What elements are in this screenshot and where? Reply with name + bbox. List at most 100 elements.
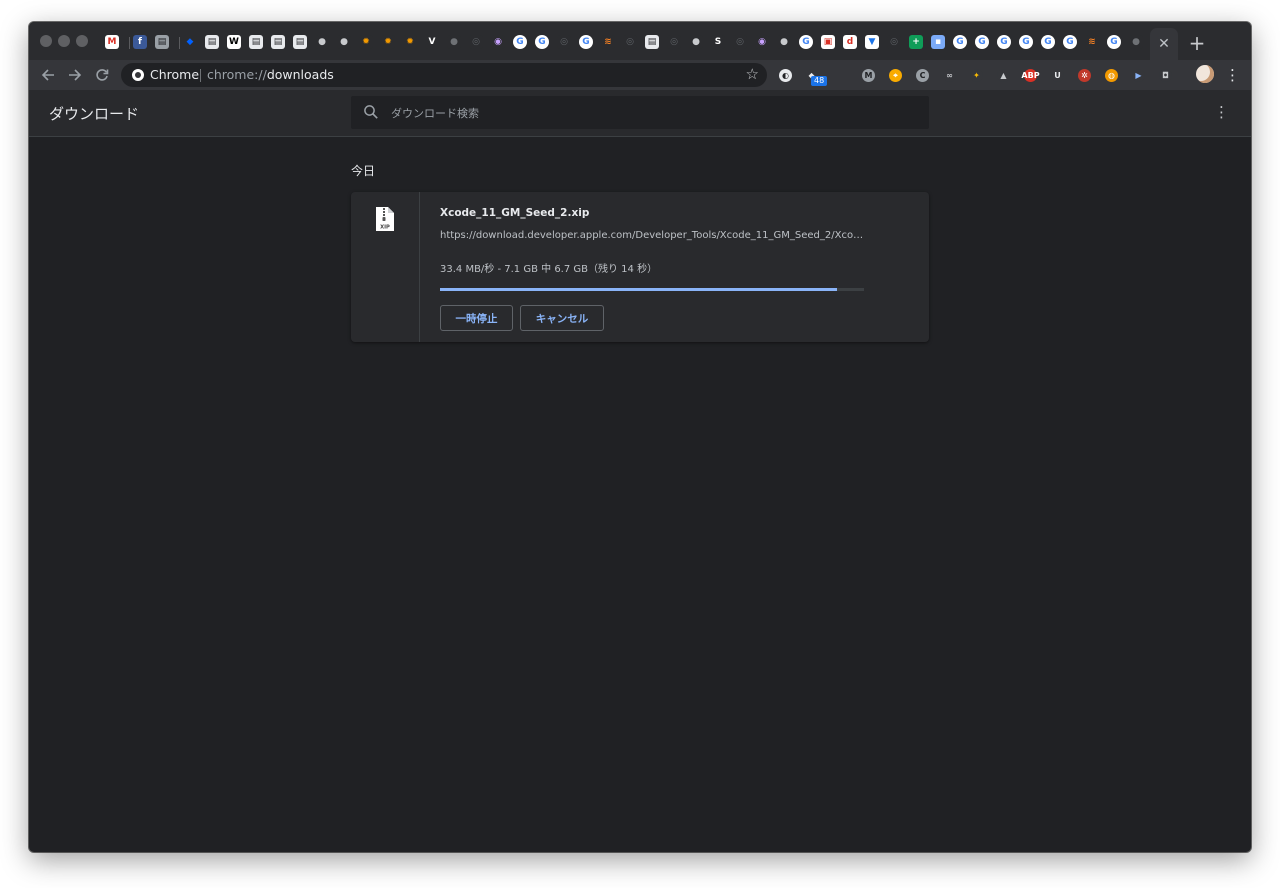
extension-lighthouse-icon[interactable]: ◐ [779,69,792,82]
pinned-tab-google-icon[interactable]: G [799,35,813,49]
pinned-tab-diet-icon[interactable]: d [843,35,857,49]
xip-file-icon: XIP [376,207,394,231]
pinned-tab-stackoverflow-icon[interactable]: ≋ [601,35,615,49]
extension-play-icon[interactable]: ▶ [1132,69,1145,82]
pinned-tab-image-icon[interactable]: ▣ [821,35,835,49]
pinned-tab-google-icon[interactable]: G [579,35,593,49]
pinned-tab-gear-icon[interactable]: ✹ [359,35,373,49]
pinned-tab-facebook-icon[interactable]: f [133,35,147,49]
pinned-tab-wikipedia-icon[interactable]: W [227,35,241,49]
arrow-right-icon [69,69,82,81]
pinned-tab-docs-icon[interactable]: ▤ [249,35,263,49]
tab-divider [129,37,130,49]
browser-menu-icon[interactable]: ⋮ [1225,63,1240,87]
pause-button[interactable]: 一時停止 [440,305,513,331]
pinned-tab-circle-icon[interactable]: ◎ [887,35,901,49]
search-box[interactable] [351,96,929,129]
pinned-tab-google-icon[interactable]: G [953,35,967,49]
forward-button[interactable] [63,63,87,87]
pinned-tab-gear-icon[interactable]: ✹ [381,35,395,49]
pinned-tab-circle-icon[interactable]: ◎ [733,35,747,49]
url-text[interactable]: chrome://downloads [207,67,334,82]
extension-pocket-icon[interactable]: ✲ [1078,69,1091,82]
profile-avatar[interactable] [1196,65,1214,83]
cancel-button[interactable]: キャンセル [520,305,604,331]
pinned-tab-github-icon[interactable]: ● [337,35,351,49]
pinned-tab-tech-icon[interactable]: ▪ [931,35,945,49]
extension-compass-icon[interactable]: ⌖ [889,69,902,82]
search-icon [364,105,378,119]
pinned-tab-sketch-icon[interactable]: S [711,35,725,49]
pinned-tab-docs-icon[interactable]: ▤ [271,35,285,49]
pinned-tab-docs-icon[interactable]: ▤ [293,35,307,49]
pinned-tab-printer-icon[interactable]: ▤ [155,35,169,49]
pinned-tab-gear-icon[interactable]: ✹ [403,35,417,49]
download-item: XIP Xcode_11_GM_Seed_2.xip https://downl… [351,192,929,342]
file-url[interactable]: https://download.developer.apple.com/Dev… [440,230,865,241]
pinned-tab-circle-icon[interactable]: ◎ [667,35,681,49]
date-section-title: 今日 [351,164,376,178]
tab-strip: Mf ▤ ◆ ▤ W ▤ ▤ ▤ ● ● ✹ ✹ ✹ V ● ◎ ◉ G G ◎ G ≋ ◎ ▤ ◎ ● S ◎ ◉ ● G ▣ d ▼ ◎ + ▪ G G… [29,22,1251,60]
extension-camera-icon[interactable]: ◘ [1159,69,1172,82]
search-input[interactable] [389,100,913,126]
more-options-icon[interactable]: ⋮ [1214,103,1229,121]
divider [200,69,201,82]
pinned-tab-vim-icon[interactable]: V [425,35,439,49]
progress-bar [440,288,864,291]
close-icon[interactable]: ✕ [1158,37,1170,51]
pinned-tab-google-icon[interactable]: G [1019,35,1033,49]
extension-adblock-plus-icon[interactable]: ABP [1021,69,1040,82]
back-button[interactable] [36,63,60,87]
pinned-tab-sheets-icon[interactable]: + [909,35,923,49]
pinned-tab-xcode-icon[interactable]: ▼ [865,35,879,49]
url-host: downloads [266,67,334,82]
pinned-tab-apple-icon[interactable]: ● [1129,35,1143,49]
window-maximize-button[interactable] [76,35,88,47]
toolbar: Chrome chrome://downloads ☆ ◐ M ⌖ C ∞ ✦ ▲ ABP U ✲… [29,60,1251,90]
pinned-tab-github-icon[interactable]: ● [777,35,791,49]
pinned-tab-devrant-icon[interactable]: ◉ [491,35,505,49]
omnibox[interactable]: Chrome chrome://downloads ☆ [121,63,767,87]
pinned-tab-google-icon[interactable]: G [1041,35,1055,49]
file-type-label: XIP [380,225,390,231]
pinned-tab-stackoverflow-icon[interactable]: ≋ [1085,35,1099,49]
pinned-tab-circle-icon[interactable]: ◎ [623,35,637,49]
pinned-tab-dropbox-icon[interactable]: ◆ [183,35,197,49]
pinned-tab-google-icon[interactable]: G [513,35,527,49]
tab-downloads[interactable]: ✕ [1150,28,1178,60]
extension-c-ext-icon[interactable]: C [916,69,929,82]
pinned-tab-github-icon[interactable]: ● [689,35,703,49]
chrome-icon [132,69,144,81]
pinned-tab-google-icon[interactable]: G [1107,35,1121,49]
file-name[interactable]: Xcode_11_GM_Seed_2.xip [440,207,589,219]
pinned-tab-circle-icon[interactable]: ◎ [469,35,483,49]
reload-button[interactable] [90,63,114,87]
new-tab-button[interactable]: + [1185,31,1209,55]
window-minimize-button[interactable] [58,35,70,47]
pinned-tab-devrant-icon[interactable]: ◉ [755,35,769,49]
pinned-tab-apple-icon[interactable]: ● [447,35,461,49]
pinned-tab-gmail-icon[interactable]: M [105,35,119,49]
reload-icon [96,69,109,81]
pinned-tab-google-icon[interactable]: G [535,35,549,49]
window-close-button[interactable] [40,35,52,47]
arrow-left-icon [41,69,54,81]
extension-badge: 48 [811,76,828,86]
pinned-tab-google-icon[interactable]: G [975,35,989,49]
file-icon-column: XIP [351,192,420,342]
pinned-tab-google-icon[interactable]: G [997,35,1011,49]
bookmark-star-icon[interactable]: ☆ [746,65,759,83]
extension-basketball-icon[interactable]: ◍ [1105,69,1118,82]
extension-drive-icon[interactable]: ▲ [997,69,1010,82]
extension-mixmax-icon[interactable]: M [862,69,875,82]
extension-pinwheel-icon[interactable]: ✦ [970,69,983,82]
pinned-tab-github-icon[interactable]: ● [315,35,329,49]
pinned-tab-docs-icon[interactable]: ▤ [645,35,659,49]
pinned-tab-circle-icon[interactable]: ◎ [557,35,571,49]
pinned-tabs: Mf ▤ ◆ ▤ W ▤ ▤ ▤ ● ● ✹ ✹ ✹ V ● ◎ ◉ G G ◎ G ≋ ◎ ▤ ◎ ● S ◎ ◉ ● G ▣ d ▼ ◎ + ▪ G G… [105,34,1153,52]
pinned-tab-google-icon[interactable]: G [1063,35,1077,49]
extension-u-ext-icon[interactable]: U [1051,69,1064,82]
url-scheme: chrome:// [207,67,267,82]
extension-glasses-icon[interactable]: ∞ [943,69,956,82]
pinned-tab-docs-icon[interactable]: ▤ [205,35,219,49]
